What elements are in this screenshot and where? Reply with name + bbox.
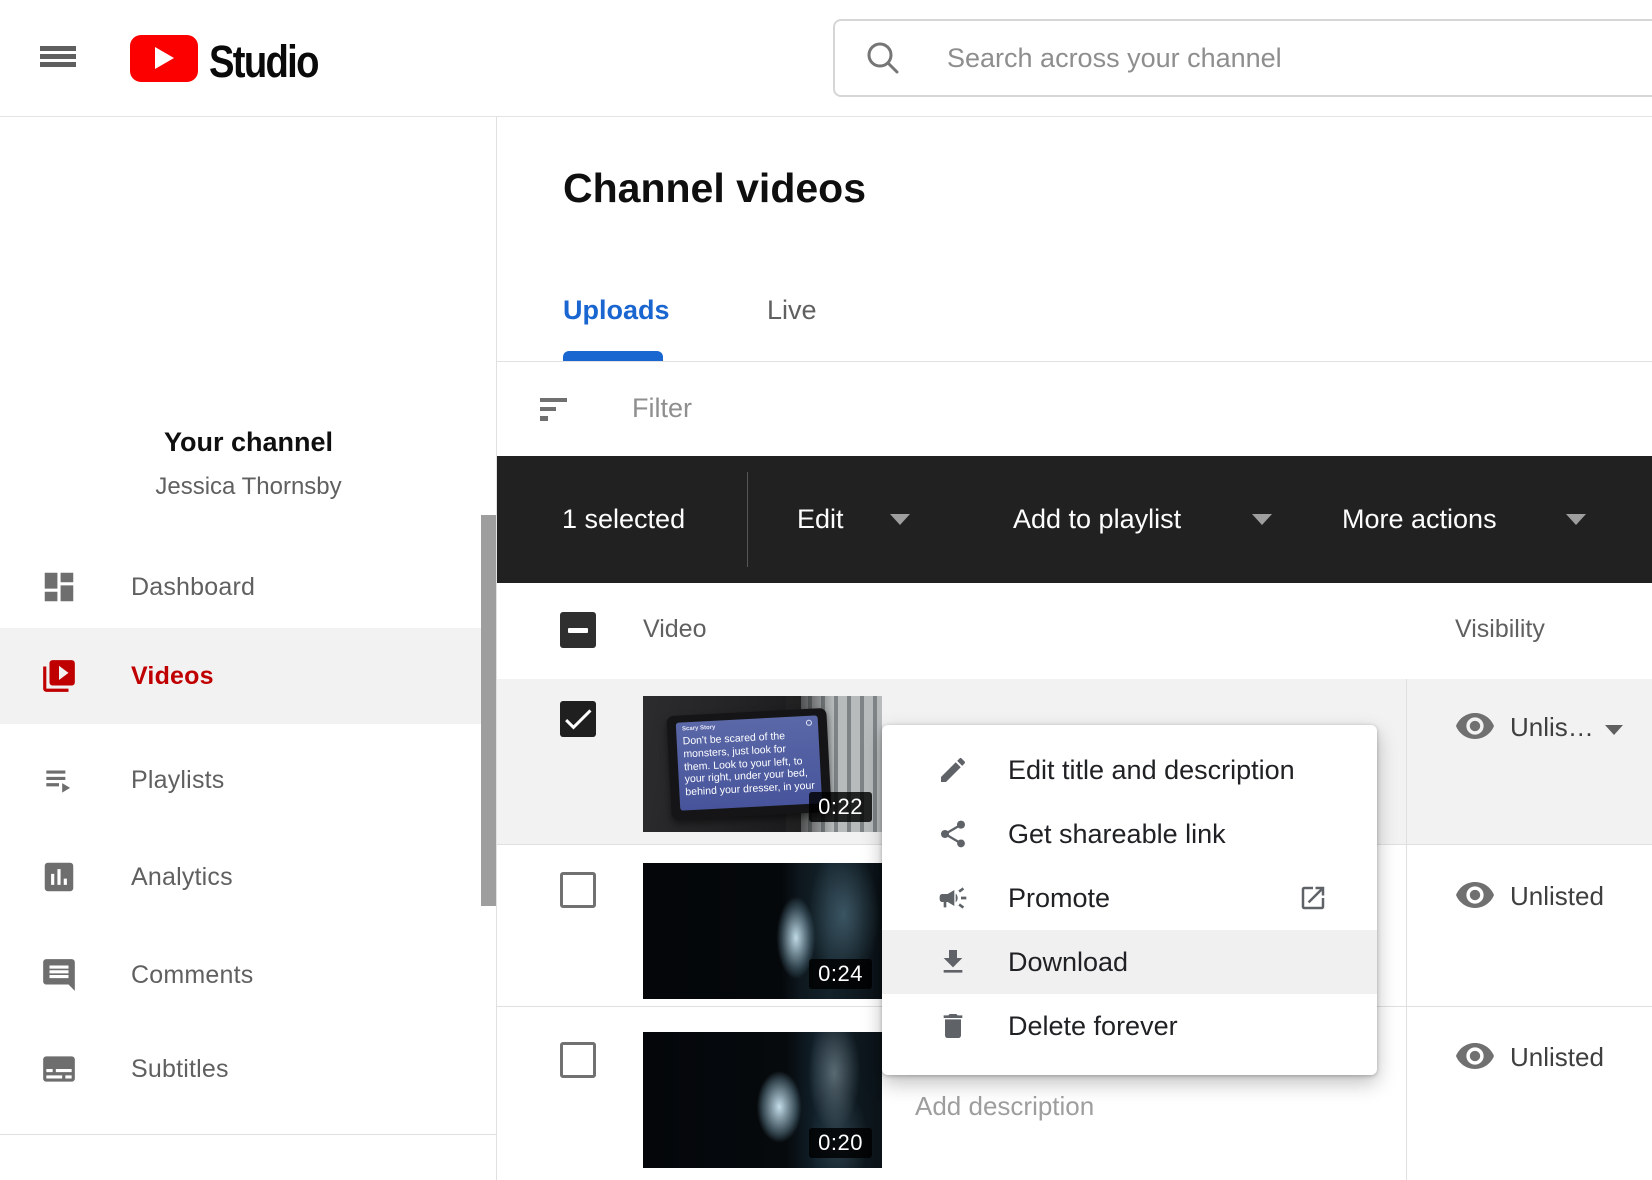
chevron-down-icon[interactable]	[1252, 514, 1272, 525]
eye-icon	[1456, 712, 1494, 740]
add-description-placeholder[interactable]: Add description	[915, 1091, 1094, 1122]
channel-name: Jessica Thornsby	[0, 473, 497, 501]
trash-icon	[937, 1010, 969, 1042]
sidebar-item-label: Videos	[131, 662, 214, 691]
youtube-logo-icon[interactable]	[130, 35, 198, 82]
videos-icon	[40, 657, 78, 695]
action-bar-divider	[747, 472, 748, 567]
studio-wordmark: Studio	[209, 36, 318, 88]
sidebar: Your channel Jessica Thornsby Dashboard …	[0, 117, 497, 1180]
select-all-checkbox[interactable]	[560, 612, 596, 648]
sidebar-divider	[0, 1134, 497, 1135]
main-content: Channel videos Uploads Live Filter 1 sel…	[497, 117, 1652, 1180]
pencil-icon	[937, 754, 969, 786]
search-icon	[863, 38, 903, 78]
video-context-menu: Edit title and description Get shareable…	[882, 725, 1377, 1075]
megaphone-icon	[937, 882, 969, 914]
search-input[interactable]: Search across your channel	[833, 19, 1652, 97]
menu-item-label: Promote	[1008, 883, 1110, 914]
visibility-value: Unlis…	[1510, 712, 1594, 743]
sidebar-item-videos[interactable]: Videos	[0, 628, 496, 724]
duration-badge: 0:22	[809, 792, 872, 822]
tab-live[interactable]: Live	[767, 295, 817, 326]
video-thumbnail[interactable]: 0:24	[643, 863, 882, 999]
smart-display: Scary Story Don't be scared of the monst…	[666, 708, 831, 820]
sidebar-item-label: Subtitles	[131, 1055, 229, 1084]
active-tab-indicator	[563, 351, 663, 361]
channel-label: Your channel	[0, 427, 497, 458]
tabs-divider	[497, 361, 1652, 362]
sidebar-item-label: Comments	[131, 961, 253, 990]
column-header-visibility: Visibility	[1455, 615, 1545, 644]
speaker-icon	[806, 720, 812, 726]
sidebar-item-subtitles[interactable]: Subtitles	[0, 1021, 496, 1117]
visibility-dropdown-icon[interactable]	[1605, 725, 1623, 735]
menu-item-delete-forever[interactable]: Delete forever	[882, 994, 1377, 1058]
search-placeholder: Search across your channel	[947, 43, 1282, 74]
play-icon	[155, 47, 174, 69]
column-divider	[1406, 679, 1407, 1180]
playlists-icon	[40, 761, 78, 799]
sidebar-item-comments[interactable]: Comments	[0, 927, 496, 1023]
channel-avatar[interactable]	[136, 168, 350, 382]
menu-item-label: Get shareable link	[1008, 819, 1226, 850]
duration-badge: 0:20	[809, 1128, 872, 1158]
chevron-down-icon[interactable]	[1566, 514, 1586, 525]
sidebar-item-label: Dashboard	[131, 573, 255, 602]
duration-badge: 0:24	[809, 959, 872, 989]
add-to-playlist-dropdown-button[interactable]: Add to playlist	[1013, 504, 1181, 535]
menu-item-edit-title[interactable]: Edit title and description	[882, 738, 1377, 802]
subtitles-icon	[40, 1050, 78, 1088]
download-icon	[937, 946, 969, 978]
sidebar-item-dashboard[interactable]: Dashboard	[0, 539, 496, 635]
comments-icon	[40, 956, 78, 994]
video-thumbnail[interactable]: 0:20	[643, 1032, 882, 1168]
visibility-value: Unlisted	[1510, 1042, 1604, 1073]
eye-icon	[1456, 881, 1494, 909]
sidebar-item-label: Playlists	[131, 766, 225, 795]
sidebar-item-playlists[interactable]: Playlists	[0, 732, 496, 828]
filter-input[interactable]: Filter	[632, 393, 692, 424]
row-checkbox-unchecked[interactable]	[560, 872, 596, 908]
menu-item-label: Delete forever	[1008, 1011, 1178, 1042]
check-icon	[560, 701, 596, 737]
top-app-bar: Studio Search across your channel	[0, 0, 1652, 117]
filter-icon[interactable]	[540, 398, 567, 421]
page-title: Channel videos	[563, 165, 866, 212]
row-checkbox-checked[interactable]	[560, 701, 596, 737]
eye-icon	[1456, 1042, 1494, 1070]
more-actions-dropdown-button[interactable]: More actions	[1342, 504, 1497, 535]
thumb-screen-text: Don't be scared of the monsters, just lo…	[682, 729, 815, 800]
menu-item-label: Edit title and description	[1008, 755, 1295, 786]
menu-item-label: Download	[1008, 947, 1128, 978]
edit-dropdown-button[interactable]: Edit	[797, 504, 844, 535]
table-header-row: Video Visibility	[497, 583, 1652, 679]
menu-item-get-shareable-link[interactable]: Get shareable link	[882, 802, 1377, 866]
selection-action-bar: 1 selected Edit Add to playlist More act…	[497, 456, 1652, 583]
chevron-down-icon[interactable]	[890, 514, 910, 525]
selected-count: 1 selected	[562, 504, 685, 535]
external-link-icon	[1298, 883, 1328, 913]
visibility-value: Unlisted	[1510, 881, 1604, 912]
thumb-app-title: Scary Story	[682, 725, 716, 733]
tab-uploads[interactable]: Uploads	[563, 295, 670, 326]
video-thumbnail[interactable]: Scary Story Don't be scared of the monst…	[643, 696, 882, 832]
sidebar-item-label: Analytics	[131, 863, 233, 892]
menu-icon[interactable]	[40, 46, 76, 67]
sidebar-item-analytics[interactable]: Analytics	[0, 829, 496, 925]
sidebar-scrollbar[interactable]	[481, 515, 496, 906]
dashboard-icon	[40, 568, 78, 606]
column-header-video: Video	[643, 615, 707, 644]
menu-item-promote[interactable]: Promote	[882, 866, 1377, 930]
row-checkbox-unchecked[interactable]	[560, 1042, 596, 1078]
share-icon	[937, 818, 969, 850]
menu-item-download[interactable]: Download	[882, 930, 1377, 994]
smart-display-screen: Scary Story Don't be scared of the monst…	[676, 715, 822, 810]
analytics-icon	[40, 858, 78, 896]
